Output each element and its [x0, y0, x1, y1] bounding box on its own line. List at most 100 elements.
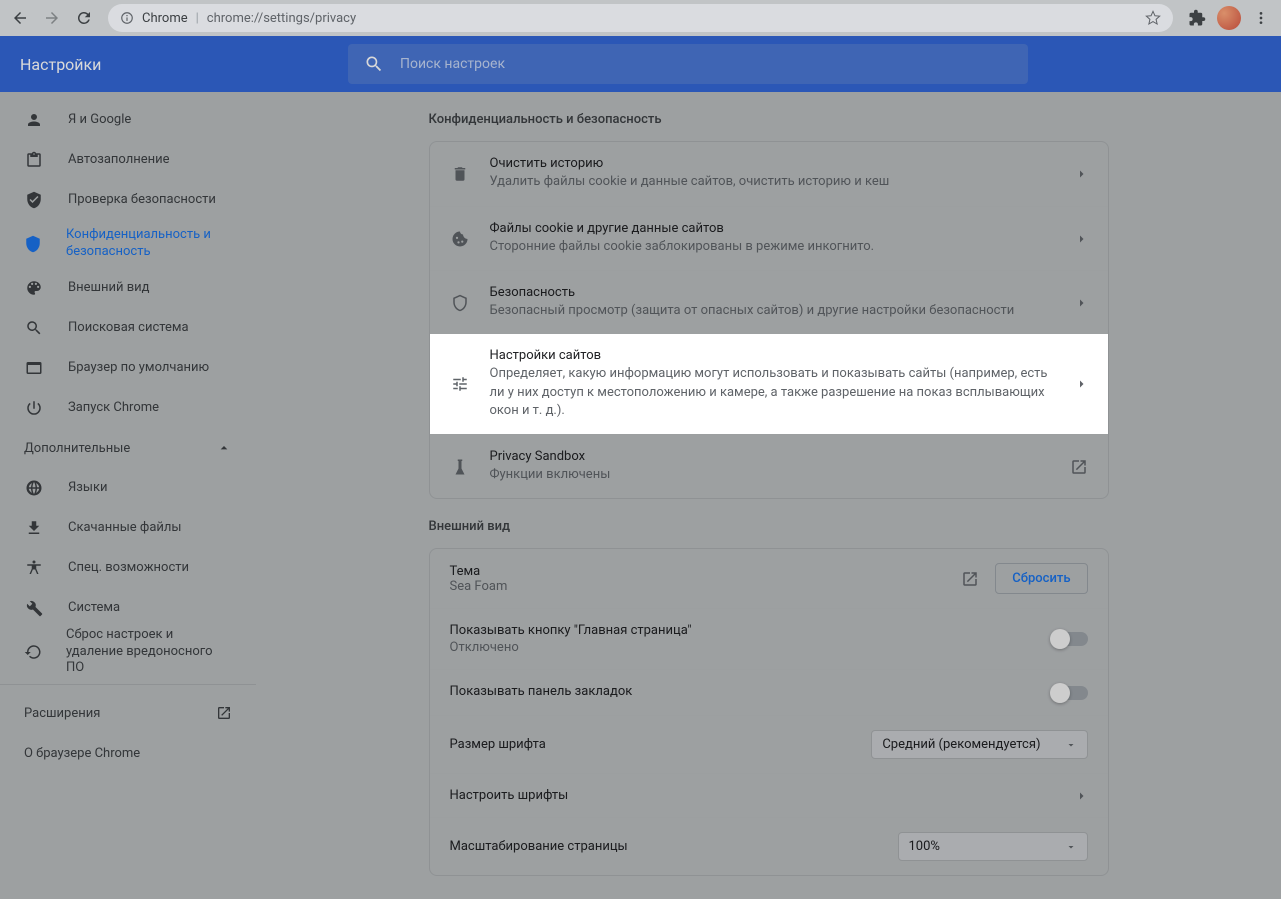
sidebar-advanced-toggle[interactable]: Дополнительные	[0, 428, 256, 468]
download-icon	[24, 519, 44, 537]
row-title: Настройки сайтов	[490, 348, 1056, 363]
extensions-icon[interactable]	[1183, 4, 1211, 32]
sidebar-label: Проверка безопасности	[68, 192, 216, 209]
row-desc: Определяет, какую информацию могут испол…	[490, 365, 1056, 420]
address-bar[interactable]: Chrome | chrome://settings/privacy	[108, 4, 1173, 32]
flask-icon	[450, 458, 470, 476]
row-cookies[interactable]: Файлы cookie и другие данные сайтов Стор…	[430, 206, 1108, 270]
sidebar-item-reset[interactable]: Сброс настроек и удаление вредоносного П…	[0, 628, 248, 676]
settings-search[interactable]	[348, 44, 1028, 84]
reload-button[interactable]	[70, 4, 98, 32]
magnify-icon	[24, 319, 44, 337]
bookmarks-bar-toggle[interactable]	[1052, 686, 1088, 700]
wrench-icon	[24, 599, 44, 617]
theme-open-icon[interactable]	[957, 566, 983, 592]
privacy-section-title: Конфиденциальность и безопасность	[429, 112, 1109, 127]
sidebar-item-on-startup[interactable]: Запуск Chrome	[0, 388, 248, 428]
open-in-new-icon	[1070, 458, 1088, 476]
address-separator: |	[196, 11, 199, 26]
reset-theme-button[interactable]: Сбросить	[995, 563, 1087, 594]
about-label: О браузере Chrome	[24, 746, 140, 761]
sidebar-item-default-browser[interactable]: Браузер по умолчанию	[0, 348, 248, 388]
row-title: Безопасность	[490, 285, 1056, 300]
row-title: Файлы cookie и другие данные сайтов	[490, 221, 1056, 236]
row-font-size: Размер шрифта Средний (рекомендуется)	[430, 715, 1108, 773]
person-icon	[24, 111, 44, 129]
settings-header: Настройки	[0, 36, 1281, 92]
home-button-label: Показывать кнопку "Главная страница"	[450, 623, 1040, 638]
open-in-new-icon	[216, 705, 232, 721]
home-button-state: Отключено	[450, 640, 1040, 655]
row-desc: Безопасный просмотр (защита от опасных с…	[490, 302, 1056, 320]
row-page-zoom: Масштабирование страницы 100%	[430, 817, 1108, 875]
sidebar-label: Языки	[68, 480, 108, 497]
row-title: Privacy Sandbox	[490, 449, 1050, 464]
chevron-right-icon	[1076, 790, 1088, 802]
sidebar-label: Я и Google	[68, 112, 131, 129]
chevron-right-icon	[1076, 378, 1088, 390]
cookie-icon	[450, 230, 470, 248]
settings-main: Конфиденциальность и безопасность Очисти…	[256, 92, 1281, 899]
font-size-select[interactable]: Средний (рекомендуется)	[871, 730, 1087, 759]
shield-check-icon	[24, 191, 44, 209]
sidebar-label: Скачанные файлы	[68, 520, 182, 537]
shield-icon	[24, 235, 42, 253]
forward-button[interactable]	[38, 4, 66, 32]
sidebar-item-appearance[interactable]: Внешний вид	[0, 268, 248, 308]
browser-icon	[24, 359, 44, 377]
sidebar-label: Внешний вид	[68, 280, 150, 297]
sidebar-item-privacy[interactable]: Конфиденциальность и безопасность	[0, 220, 248, 268]
row-bookmarks-bar: Показывать панель закладок	[430, 669, 1108, 715]
row-privacy-sandbox[interactable]: Privacy Sandbox Функции включены	[430, 434, 1108, 498]
sidebar-item-you-and-google[interactable]: Я и Google	[0, 100, 248, 140]
sidebar-extensions[interactable]: Расширения	[0, 693, 256, 733]
sidebar-item-system[interactable]: Система	[0, 588, 248, 628]
chrome-menu-icon[interactable]	[1247, 4, 1275, 32]
sidebar-item-accessibility[interactable]: Спец. возможности	[0, 548, 248, 588]
sidebar-label: Поисковая система	[68, 320, 189, 337]
home-button-toggle[interactable]	[1052, 632, 1088, 646]
privacy-card: Очистить историю Удалить файлы cookie и …	[429, 141, 1109, 499]
clipboard-icon	[24, 151, 44, 169]
sidebar-label: Конфиденциальность и безопасность	[66, 227, 224, 261]
bookmark-star-icon[interactable]	[1145, 10, 1161, 26]
theme-label: Тема	[450, 564, 946, 579]
palette-icon	[24, 279, 44, 297]
chevron-up-icon	[216, 440, 232, 456]
row-theme: Тема Sea Foam Сбросить	[430, 549, 1108, 608]
row-title: Очистить историю	[490, 156, 1056, 171]
search-input[interactable]	[400, 56, 1012, 72]
row-clear-browsing-data[interactable]: Очистить историю Удалить файлы cookie и …	[430, 142, 1108, 206]
chevron-down-icon	[1065, 841, 1077, 853]
advanced-label: Дополнительные	[24, 441, 130, 456]
bookmarks-bar-label: Показывать панель закладок	[450, 684, 1040, 699]
sidebar-label: Запуск Chrome	[68, 400, 159, 417]
back-button[interactable]	[6, 4, 34, 32]
sidebar-divider	[0, 684, 256, 685]
font-size-label: Размер шрифта	[450, 737, 546, 752]
theme-value: Sea Foam	[450, 579, 946, 594]
sidebar-label: Браузер по умолчанию	[68, 360, 209, 377]
trash-icon	[450, 165, 470, 183]
tune-icon	[450, 375, 470, 393]
accessibility-icon	[24, 559, 44, 577]
customize-fonts-label: Настроить шрифты	[450, 788, 569, 803]
sidebar-item-search-engine[interactable]: Поисковая система	[0, 308, 248, 348]
zoom-select[interactable]: 100%	[898, 832, 1088, 861]
sidebar-label: Спец. возможности	[68, 560, 189, 577]
row-customize-fonts[interactable]: Настроить шрифты	[430, 773, 1108, 817]
sidebar-item-languages[interactable]: Языки	[0, 468, 248, 508]
sidebar-item-downloads[interactable]: Скачанные файлы	[0, 508, 248, 548]
profile-avatar[interactable]	[1215, 4, 1243, 32]
sidebar-about[interactable]: О браузере Chrome	[0, 733, 256, 773]
row-security[interactable]: Безопасность Безопасный просмотр (защита…	[430, 270, 1108, 334]
power-icon	[24, 399, 44, 417]
sidebar-item-safety-check[interactable]: Проверка безопасности	[0, 180, 248, 220]
row-desc: Удалить файлы cookie и данные сайтов, оч…	[490, 173, 1056, 191]
restore-icon	[24, 643, 42, 661]
row-site-settings[interactable]: Настройки сайтов Определяет, какую инфор…	[430, 334, 1108, 434]
settings-title: Настройки	[20, 55, 348, 74]
settings-sidebar: Я и Google Автозаполнение Проверка безоп…	[0, 92, 256, 899]
sidebar-item-autofill[interactable]: Автозаполнение	[0, 140, 248, 180]
sidebar-label: Сброс настроек и удаление вредоносного П…	[66, 627, 224, 678]
